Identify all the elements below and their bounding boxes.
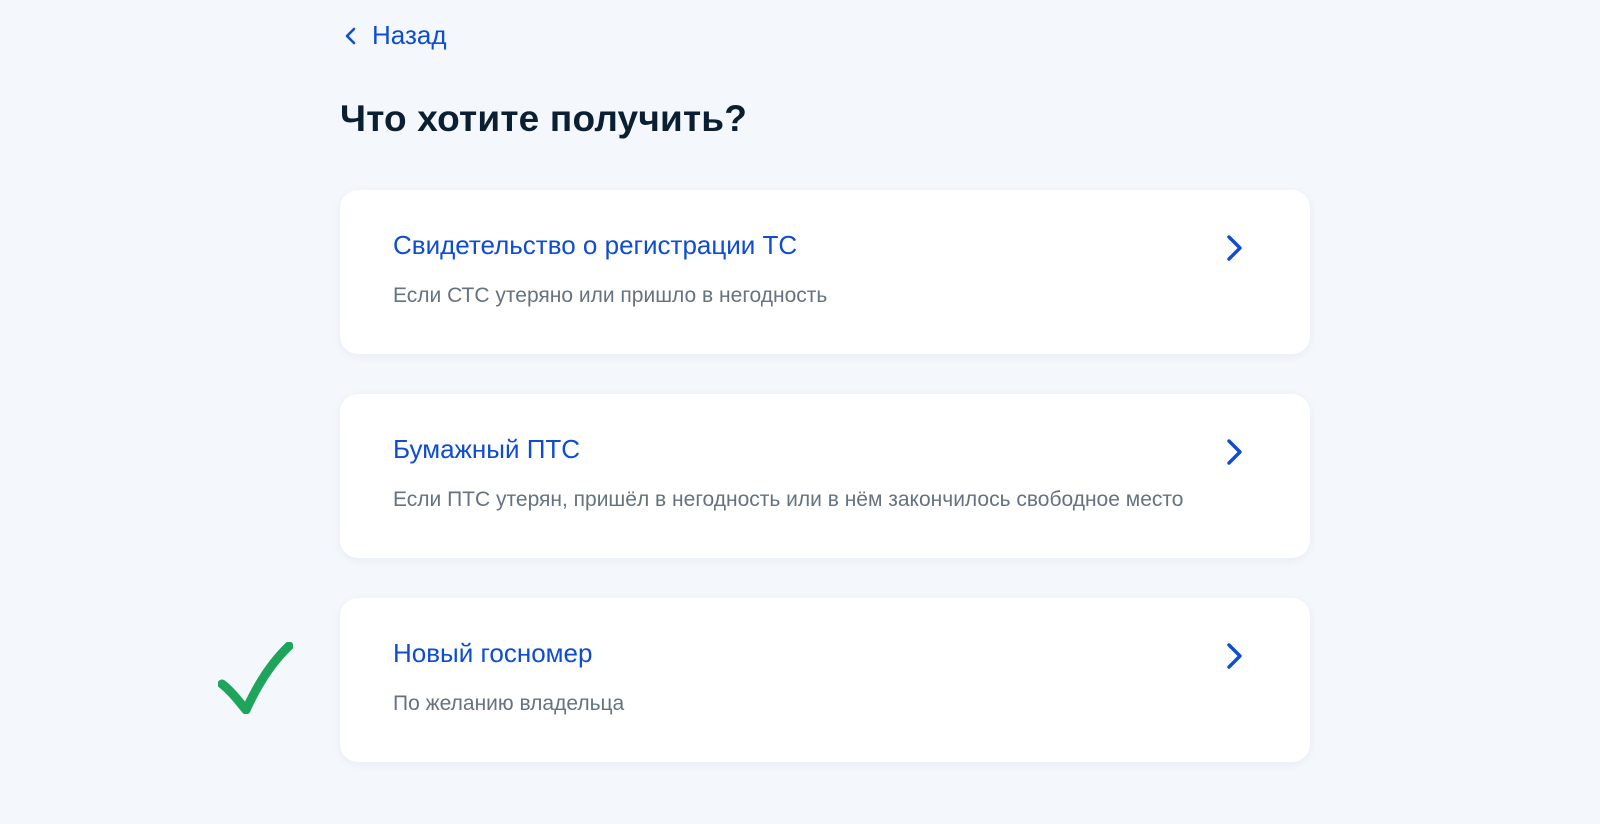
option-description: Если СТС утеряно или пришло в негодность (393, 284, 828, 307)
option-title: Бумажный ПТС (393, 434, 581, 464)
option-title: Свидетельство о регистрации ТС (393, 230, 798, 260)
back-link[interactable]: Назад (340, 20, 447, 51)
page-title: Что хотите получить? (340, 98, 748, 139)
chevron-right-icon (1227, 643, 1242, 669)
option-description: Если ПТС утерян, пришёл в негодность или… (393, 488, 1184, 511)
chevron-right-icon (1227, 439, 1242, 465)
back-link-label: Назад (372, 20, 447, 50)
option-card-new-license-plate[interactable]: Новый госномер По желанию владельца (340, 598, 1310, 762)
option-title: Новый госномер (393, 638, 593, 668)
options-list: Свидетельство о регистрации ТС Если СТС … (340, 190, 1310, 802)
checkmark-icon (218, 642, 293, 714)
option-description: По желанию владельца (393, 692, 625, 715)
option-card-paper-pts[interactable]: Бумажный ПТС Если ПТС утерян, пришёл в н… (340, 394, 1310, 558)
chevron-right-icon (1227, 235, 1242, 261)
option-card-registration-certificate[interactable]: Свидетельство о регистрации ТС Если СТС … (340, 190, 1310, 354)
chevron-left-icon (345, 27, 356, 44)
